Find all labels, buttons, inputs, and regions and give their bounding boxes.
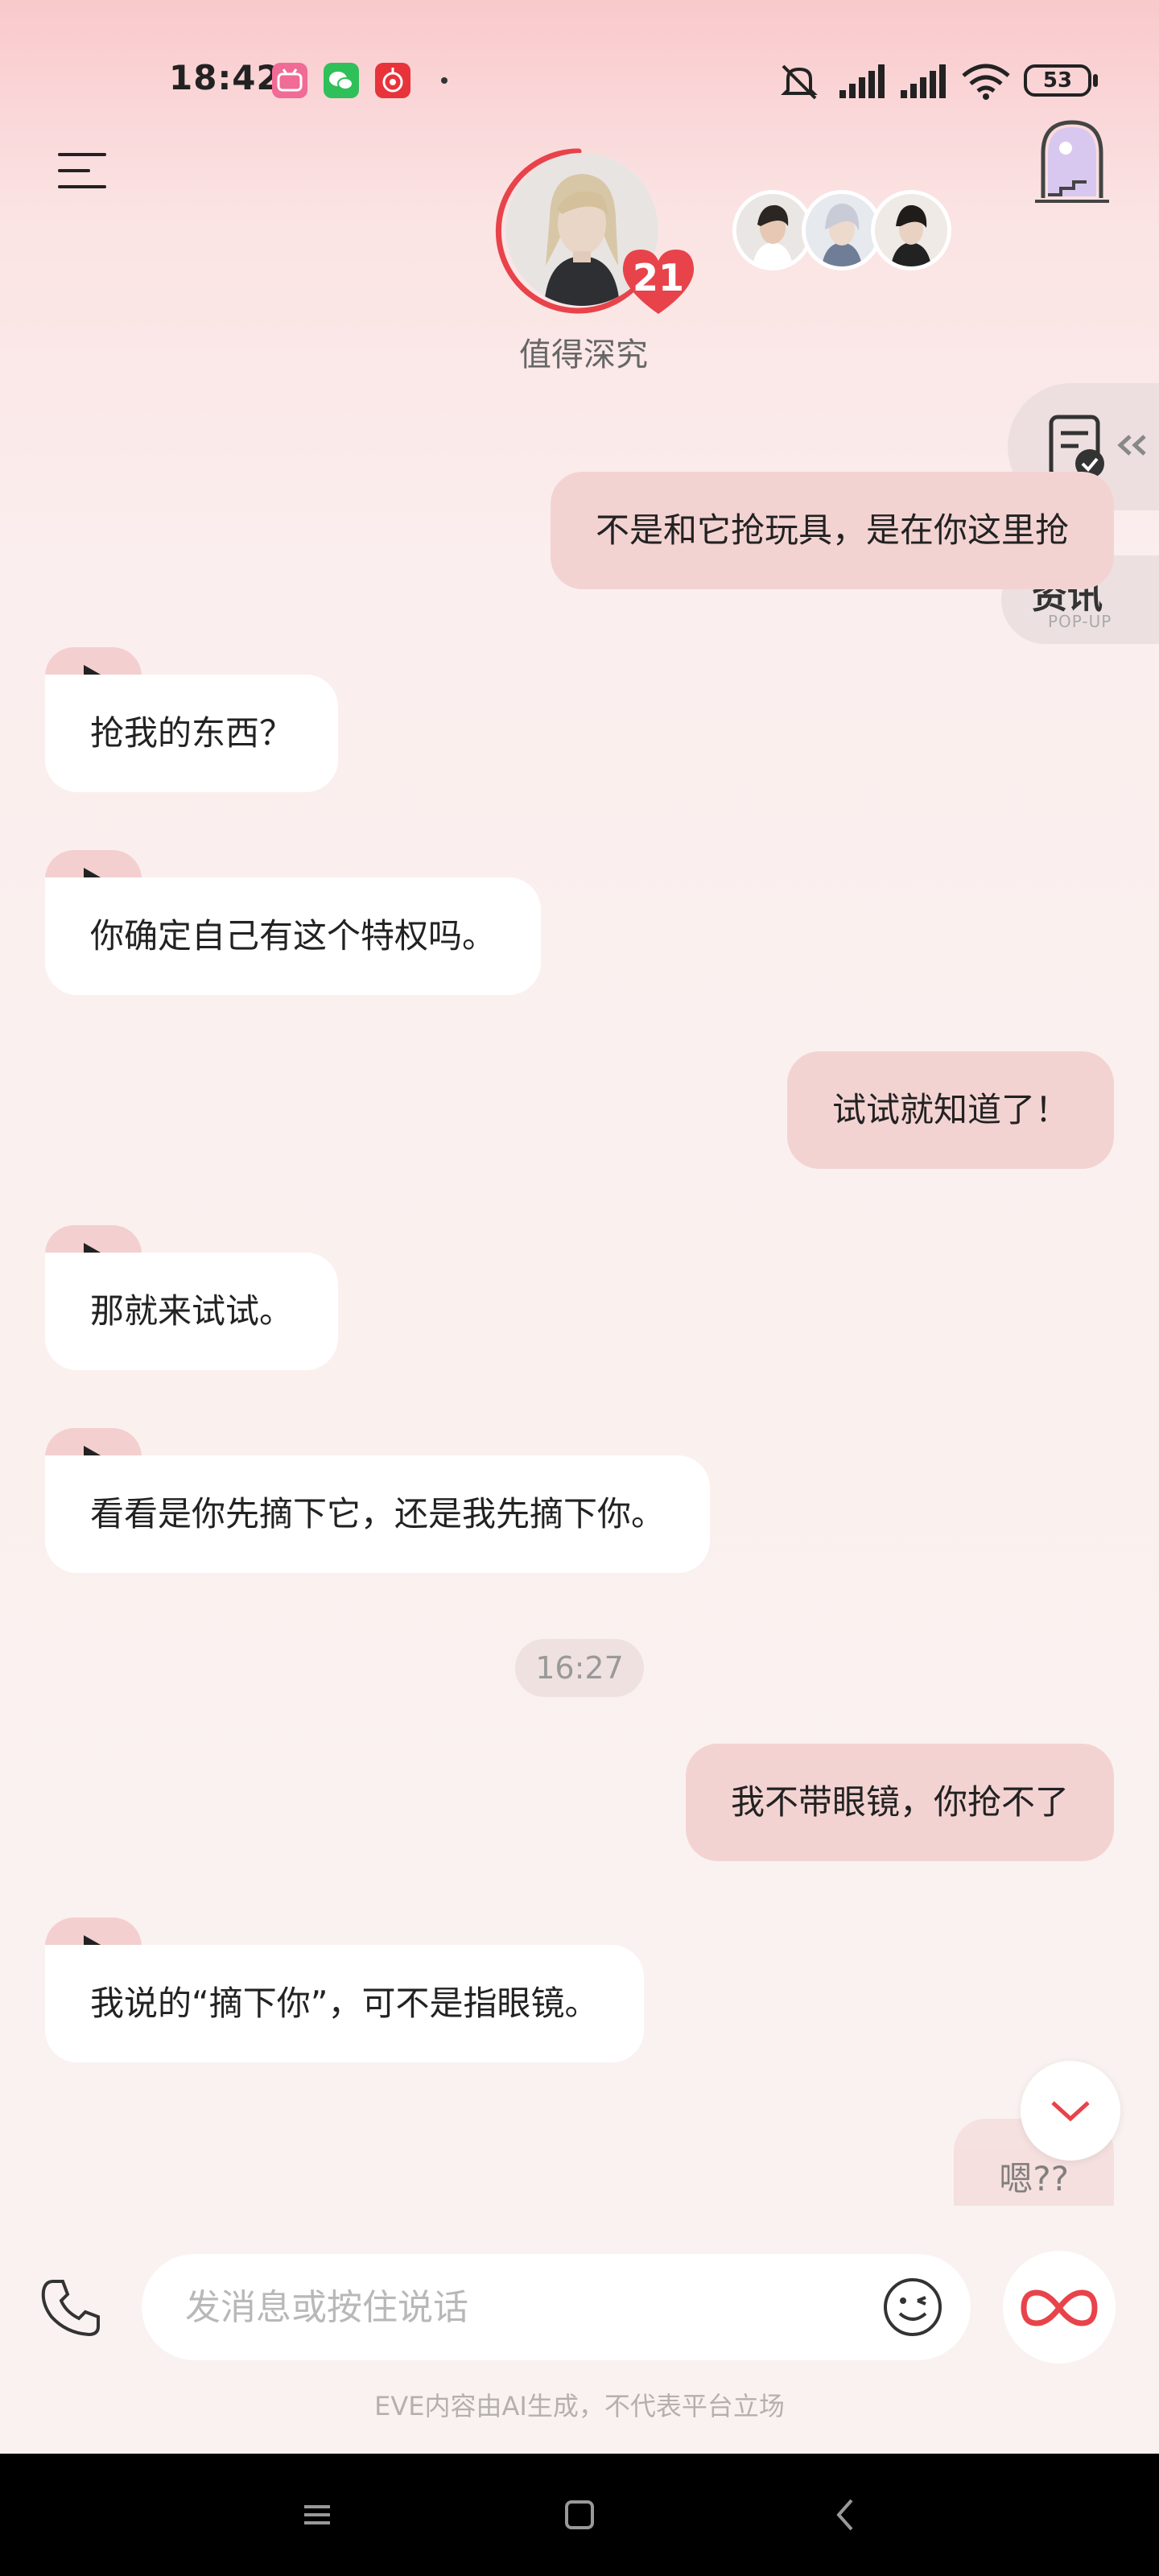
message-outgoing[interactable]: 不是和它抢玩具，是在你这里抢 [550, 472, 1114, 589]
status-bar: 18:42 53 [0, 0, 1159, 161]
other-characters[interactable] [732, 190, 951, 274]
double-chevron-left-icon [1117, 435, 1146, 456]
message-input-box[interactable] [142, 2254, 971, 2360]
chevron-left-icon [836, 2499, 853, 2531]
wechat-icon [324, 63, 359, 98]
back-button[interactable] [823, 2491, 871, 2539]
message-text: 我说的“摘下你”，可不是指眼镜。 [45, 1945, 644, 2062]
infinity-icon [1021, 2289, 1098, 2326]
message-text: 抢我的东西？ [45, 675, 339, 792]
square-icon [565, 2500, 594, 2529]
message-outgoing[interactable]: 我不带眼镜，你抢不了 [685, 1744, 1114, 1861]
character-name: 值得深究 [519, 336, 648, 374]
clock: 18:42 [169, 58, 281, 97]
affection-heart-badge: 21 [620, 246, 697, 316]
menu-lines-icon [304, 2505, 330, 2524]
notification-dot [441, 77, 448, 84]
message-outgoing[interactable]: 试试就知道了！ [786, 1051, 1114, 1169]
chevron-down-icon [1051, 2101, 1090, 2122]
ai-disclaimer: EVE内容由AI生成，不代表平台立场 [374, 2391, 785, 2421]
system-nav-bar [0, 2454, 1159, 2576]
wifi-icon [962, 64, 1010, 100]
message-timestamp: 16:27 [515, 1639, 644, 1697]
phone-call-icon[interactable] [39, 2277, 103, 2341]
menu-icon[interactable] [58, 151, 106, 192]
battery-indicator: 53 [1024, 64, 1091, 97]
battery-level: 53 [1042, 68, 1073, 93]
message-text: 那就来试试。 [45, 1253, 339, 1370]
recent-apps-button[interactable] [293, 2491, 341, 2539]
popup-subtitle: POP-UP [1048, 612, 1112, 631]
netease-music-icon [375, 63, 410, 98]
message-incoming[interactable]: 我说的“摘下你”，可不是指眼镜。 [45, 1918, 644, 2062]
message-text: 看看是你先摘下它，还是我先摘下你。 [45, 1455, 711, 1573]
character-thumb[interactable] [732, 190, 813, 270]
home-button[interactable] [555, 2491, 604, 2539]
message-incoming[interactable]: 看看是你先摘下它，还是我先摘下你。 [45, 1428, 711, 1573]
scroll-to-bottom-button[interactable] [1021, 2061, 1120, 2161]
affection-level: 21 [632, 256, 684, 299]
signal-1-icon [839, 64, 885, 98]
mute-icon [781, 64, 818, 100]
infinity-mode-button[interactable] [1003, 2251, 1116, 2363]
character-thumb[interactable] [802, 190, 882, 270]
message-text: 你确定自己有这个特权吗。 [45, 877, 542, 995]
bilibili-icon [272, 63, 307, 98]
message-incoming[interactable]: 你确定自己有这个特权吗。 [45, 850, 542, 995]
signal-2-icon [901, 64, 946, 98]
emoji-icon[interactable] [881, 2275, 945, 2339]
message-input[interactable] [185, 2254, 845, 2360]
message-incoming[interactable]: 那就来试试。 [45, 1225, 339, 1370]
battery-tip [1093, 74, 1098, 87]
message-incoming[interactable]: 抢我的东西？ [45, 647, 339, 792]
character-thumb[interactable] [871, 190, 951, 270]
staircase-door-icon[interactable] [1032, 118, 1112, 206]
